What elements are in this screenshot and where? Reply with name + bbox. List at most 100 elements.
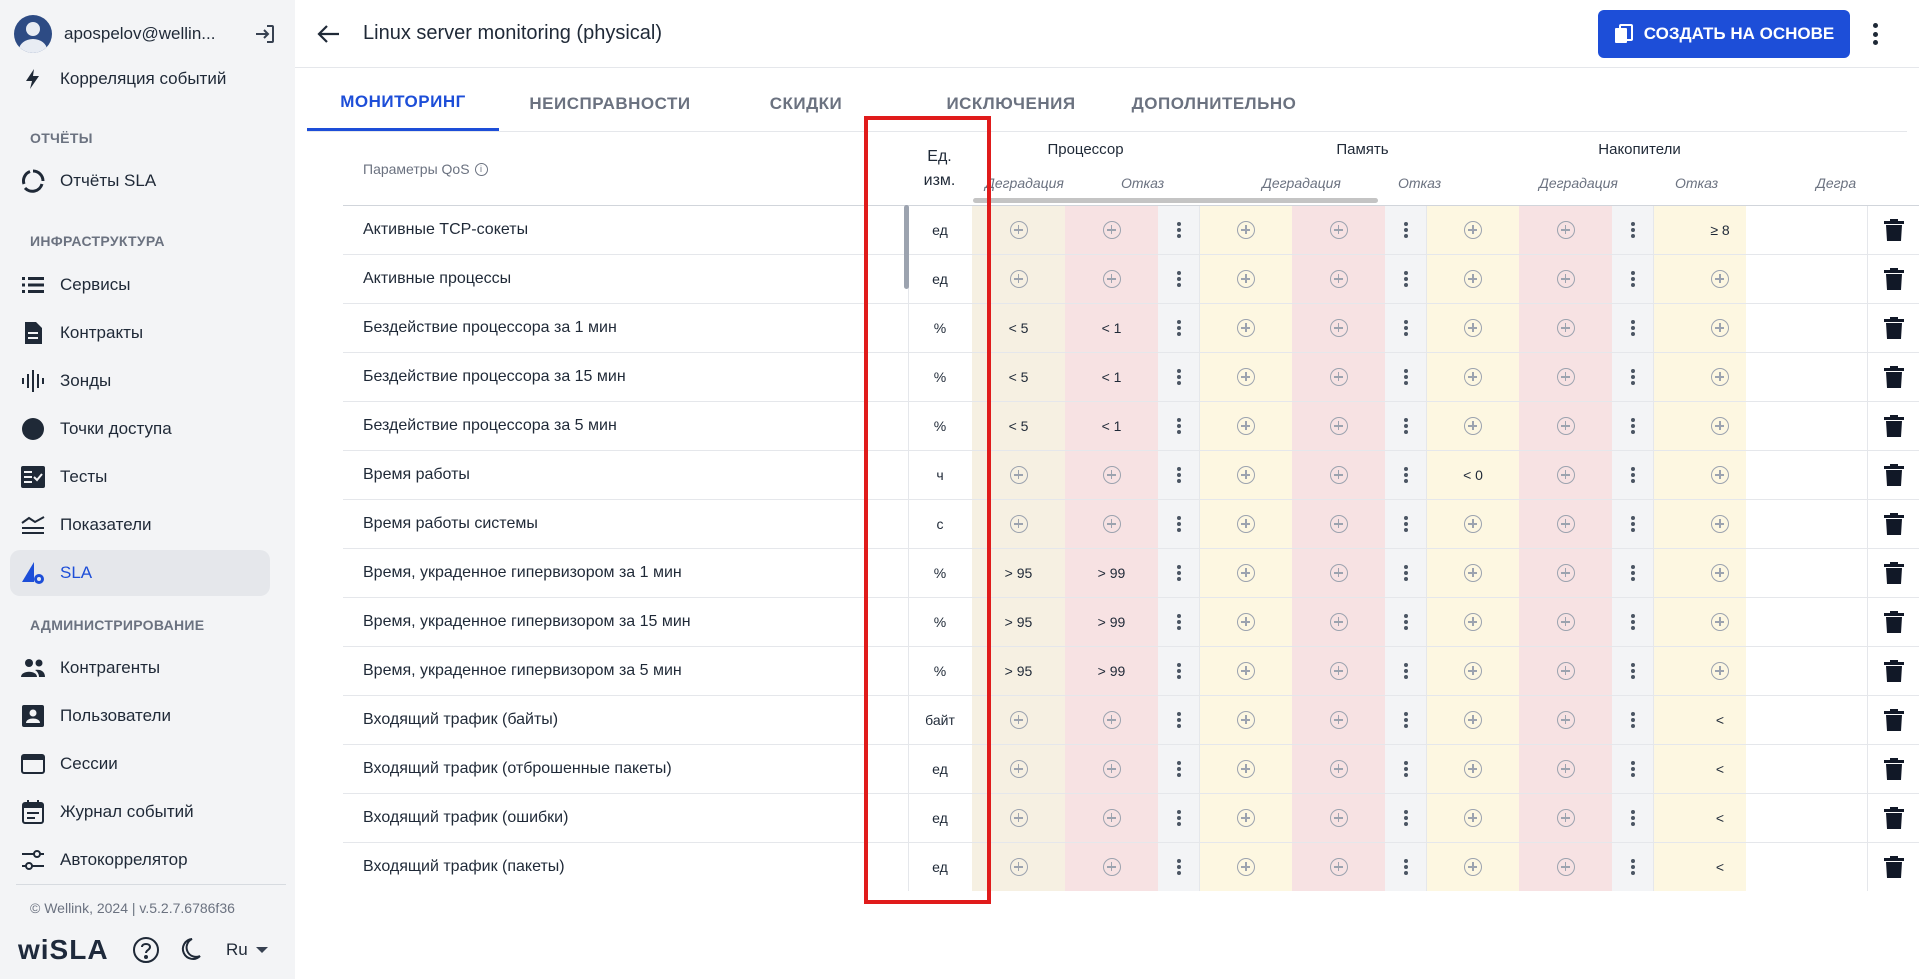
add-threshold-icon[interactable] xyxy=(1464,662,1482,680)
cell-cpu-failure[interactable] xyxy=(1065,500,1158,548)
cell-cpu-failure[interactable]: > 99 xyxy=(1065,549,1158,597)
add-threshold-icon[interactable] xyxy=(1009,809,1028,827)
add-threshold-icon[interactable] xyxy=(1329,417,1348,435)
cell-storage-degradation[interactable] xyxy=(1426,402,1519,450)
add-threshold-icon[interactable] xyxy=(1711,564,1729,582)
tab-exceptions[interactable]: ИСКЛЮЧЕНИЯ xyxy=(891,76,1131,131)
row-menu-button[interactable] xyxy=(1385,451,1426,499)
delete-row-button[interactable] xyxy=(1867,451,1919,499)
add-threshold-icon[interactable] xyxy=(1237,368,1255,386)
cell-cpu-failure[interactable] xyxy=(1065,451,1158,499)
add-threshold-icon[interactable] xyxy=(1102,809,1121,827)
delete-row-button[interactable] xyxy=(1867,647,1919,695)
cell-storage-degradation[interactable] xyxy=(1426,598,1519,646)
cell-extra-degradation[interactable] xyxy=(1653,647,1746,695)
cell-memory-degradation[interactable] xyxy=(1199,843,1292,891)
add-threshold-icon[interactable] xyxy=(1237,417,1255,435)
sidebar-item-contracts[interactable]: Контракты xyxy=(10,310,270,356)
sidebar-item-sla[interactable]: SLA xyxy=(10,550,270,596)
row-menu-button[interactable] xyxy=(1158,843,1199,891)
cell-memory-failure[interactable] xyxy=(1292,304,1385,352)
cell-cpu-failure[interactable]: > 99 xyxy=(1065,647,1158,695)
add-threshold-icon[interactable] xyxy=(1237,662,1255,680)
cell-cpu-failure[interactable]: < 1 xyxy=(1065,402,1158,450)
row-menu-button[interactable] xyxy=(1385,353,1426,401)
cell-memory-degradation[interactable] xyxy=(1199,353,1292,401)
add-threshold-icon[interactable] xyxy=(1556,270,1575,288)
row-menu-button[interactable] xyxy=(1385,255,1426,303)
more-menu-icon[interactable] xyxy=(1865,20,1885,48)
cell-cpu-degradation[interactable] xyxy=(972,843,1065,891)
cell-storage-failure[interactable] xyxy=(1519,255,1612,303)
avatar[interactable] xyxy=(14,15,52,53)
sidebar-item-metrics[interactable]: Показатели xyxy=(10,502,270,548)
row-menu-button[interactable] xyxy=(1612,696,1653,744)
add-threshold-icon[interactable] xyxy=(1329,319,1348,337)
add-threshold-icon[interactable] xyxy=(1102,515,1121,533)
cell-memory-failure[interactable] xyxy=(1292,598,1385,646)
horizontal-scrollbar[interactable] xyxy=(973,198,1378,203)
cell-storage-failure[interactable] xyxy=(1519,500,1612,548)
cell-cpu-failure[interactable]: > 99 xyxy=(1065,598,1158,646)
cell-memory-degradation[interactable] xyxy=(1199,402,1292,450)
moon-icon[interactable] xyxy=(180,936,208,964)
cell-extra-degradation[interactable] xyxy=(1653,402,1746,450)
add-threshold-icon[interactable] xyxy=(1329,760,1348,778)
cell-cpu-degradation[interactable]: > 95 xyxy=(972,647,1065,695)
row-menu-button[interactable] xyxy=(1385,206,1426,254)
cell-memory-failure[interactable] xyxy=(1292,206,1385,254)
sidebar-item-event-log[interactable]: Журнал событий xyxy=(10,789,270,835)
cell-storage-degradation[interactable] xyxy=(1426,500,1519,548)
cell-cpu-degradation[interactable] xyxy=(972,255,1065,303)
add-threshold-icon[interactable] xyxy=(1556,809,1575,827)
cell-cpu-degradation[interactable] xyxy=(972,696,1065,744)
help-icon[interactable] xyxy=(132,936,160,964)
add-threshold-icon[interactable] xyxy=(1237,564,1255,582)
row-menu-button[interactable] xyxy=(1385,304,1426,352)
cell-cpu-failure[interactable] xyxy=(1065,794,1158,842)
row-menu-button[interactable] xyxy=(1158,647,1199,695)
delete-row-button[interactable] xyxy=(1867,402,1919,450)
cell-storage-degradation[interactable] xyxy=(1426,843,1519,891)
row-menu-button[interactable] xyxy=(1612,647,1653,695)
cell-storage-failure[interactable] xyxy=(1519,647,1612,695)
add-threshold-icon[interactable] xyxy=(1464,368,1482,386)
cell-storage-failure[interactable] xyxy=(1519,794,1612,842)
cell-memory-degradation[interactable] xyxy=(1199,745,1292,793)
sidebar-item-counterparties[interactable]: Контрагенты xyxy=(10,645,270,691)
add-threshold-icon[interactable] xyxy=(1556,515,1575,533)
row-menu-button[interactable] xyxy=(1385,500,1426,548)
add-threshold-icon[interactable] xyxy=(1556,711,1575,729)
add-threshold-icon[interactable] xyxy=(1464,270,1482,288)
add-threshold-icon[interactable] xyxy=(1464,760,1482,778)
add-threshold-icon[interactable] xyxy=(1237,711,1255,729)
cell-memory-degradation[interactable] xyxy=(1199,696,1292,744)
delete-row-button[interactable] xyxy=(1867,843,1919,891)
sidebar-item-tests[interactable]: Тесты xyxy=(10,454,270,500)
tab-discounts[interactable]: СКИДКИ xyxy=(721,76,891,131)
logout-icon[interactable] xyxy=(252,22,278,46)
cell-cpu-degradation[interactable] xyxy=(972,500,1065,548)
row-menu-button[interactable] xyxy=(1612,500,1653,548)
add-threshold-icon[interactable] xyxy=(1329,809,1348,827)
delete-row-button[interactable] xyxy=(1867,255,1919,303)
cell-storage-failure[interactable] xyxy=(1519,451,1612,499)
sidebar-item-autocorrelator[interactable]: Автокоррелятор xyxy=(10,837,270,883)
cell-extra-degradation[interactable]: < xyxy=(1653,696,1746,744)
cell-storage-degradation[interactable] xyxy=(1426,353,1519,401)
row-menu-button[interactable] xyxy=(1385,794,1426,842)
add-threshold-icon[interactable] xyxy=(1009,760,1028,778)
cell-memory-failure[interactable] xyxy=(1292,402,1385,450)
add-threshold-icon[interactable] xyxy=(1009,270,1028,288)
row-menu-button[interactable] xyxy=(1385,745,1426,793)
cell-storage-degradation[interactable] xyxy=(1426,206,1519,254)
cell-memory-failure[interactable] xyxy=(1292,549,1385,597)
add-threshold-icon[interactable] xyxy=(1556,613,1575,631)
cell-cpu-degradation[interactable] xyxy=(972,794,1065,842)
sidebar-item-sla-reports[interactable]: Отчёты SLA xyxy=(10,158,270,204)
delete-row-button[interactable] xyxy=(1867,206,1919,254)
add-threshold-icon[interactable] xyxy=(1009,466,1028,484)
delete-row-button[interactable] xyxy=(1867,696,1919,744)
cell-storage-failure[interactable] xyxy=(1519,353,1612,401)
row-menu-button[interactable] xyxy=(1158,353,1199,401)
